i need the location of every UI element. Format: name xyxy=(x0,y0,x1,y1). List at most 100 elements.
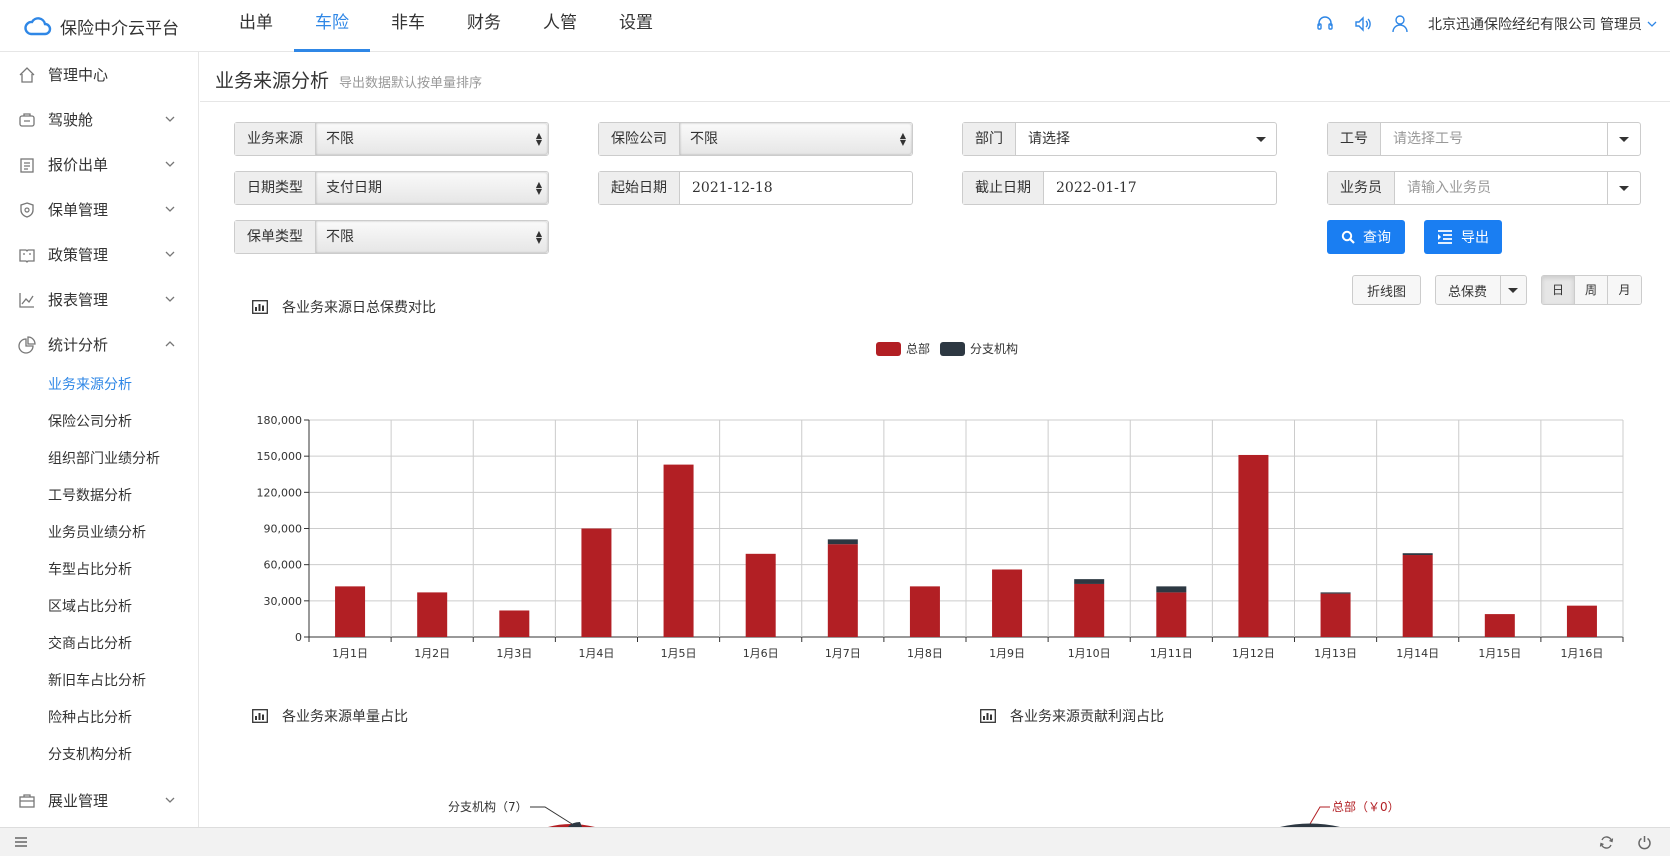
sidebar-subitem-4[interactable]: 业务员业绩分析 xyxy=(0,515,198,552)
sidebar-item-last[interactable]: 展业管理 xyxy=(0,778,198,823)
bar-hq[interactable] xyxy=(1484,614,1515,637)
pie-chart-icon xyxy=(18,335,36,354)
sidebar-subitem-5[interactable]: 车型占比分析 xyxy=(0,552,198,589)
refresh-icon[interactable] xyxy=(1599,835,1614,850)
sidebar-item-label: 驾驶舱 xyxy=(48,111,94,129)
x-tick-label: 1月9日 xyxy=(989,647,1025,660)
user-org[interactable]: 北京迅通保险经纪有限公司 xyxy=(1428,14,1596,34)
sidebar-subitem-0[interactable]: 业务来源分析 xyxy=(0,367,198,404)
bar-hq[interactable] xyxy=(745,553,776,637)
user-icon[interactable] xyxy=(1392,15,1408,33)
bar-branch[interactable] xyxy=(827,539,858,545)
daily-premium-bar-chart: 0 30,000 60,000 90,000 120,000 150,000 180,000… xyxy=(257,414,1624,660)
x-tick-label: 1月1日 xyxy=(332,647,368,660)
x-tick-label: 1月5日 xyxy=(661,647,697,660)
sidebar-item-1[interactable]: 驾驶舱 xyxy=(0,97,198,142)
sidebar-subitem-3[interactable]: 工号数据分析 xyxy=(0,478,198,515)
sidebar-item-3[interactable]: 保单管理 xyxy=(0,187,198,232)
bar-branch[interactable] xyxy=(1074,579,1105,584)
home-icon xyxy=(19,66,35,83)
bar-chart-icon xyxy=(980,709,996,723)
sidebar-item-label: 管理中心 xyxy=(48,66,109,84)
bar-hq[interactable] xyxy=(1238,454,1269,637)
sidebar-item-0[interactable]: 管理中心 xyxy=(0,52,198,97)
power-icon[interactable] xyxy=(1637,835,1652,850)
sidebar-subitem-10[interactable]: 分支机构分析 xyxy=(0,737,198,774)
x-tick-label: 1月10日 xyxy=(1068,647,1111,660)
bar-hq[interactable] xyxy=(1402,555,1433,637)
chevron-down-icon xyxy=(165,161,175,167)
y-tick-label: 60,000 xyxy=(264,559,303,572)
sidebar-item-4[interactable]: 政策管理 xyxy=(0,232,198,277)
sidebar-item-6[interactable]: 统计分析 xyxy=(0,322,198,367)
topnav-item-1[interactable]: 车险 xyxy=(294,0,370,52)
cloud-icon xyxy=(24,17,52,36)
y-tick-label: 30,000 xyxy=(264,595,303,608)
bar-hq[interactable] xyxy=(1566,605,1597,637)
x-tick-label: 1月15日 xyxy=(1478,647,1521,660)
topnav-item-4[interactable]: 人管 xyxy=(522,0,598,52)
chevron-down-icon xyxy=(165,116,175,122)
chevron-down-icon xyxy=(165,296,175,302)
topnav-item-2[interactable]: 非车 xyxy=(370,0,446,52)
sidebar-subitem-1[interactable]: 保险公司分析 xyxy=(0,404,198,441)
x-tick-label: 1月16日 xyxy=(1560,647,1603,660)
bar-hq[interactable] xyxy=(499,610,530,637)
menu-icon[interactable] xyxy=(14,835,28,849)
main-content: 业务来源分析 导出数据默认按单量排序 业务来源 不限 ▲ ▼ 保险公司 不限 ▲ ▼ 部… xyxy=(200,52,1670,827)
y-tick-label: 90,000 xyxy=(264,523,303,536)
sidebar-subitem-2[interactable]: 组织部门业绩分析 xyxy=(0,441,198,478)
line-chart-icon xyxy=(19,292,34,308)
bar-hq[interactable] xyxy=(909,586,940,637)
sidebar-item-label: 统计分析 xyxy=(48,336,109,354)
pie-count-leader-line xyxy=(530,806,573,825)
user-name[interactable]: 管理员 xyxy=(1600,14,1642,34)
sidebar-item-label: 报表管理 xyxy=(48,291,109,309)
sidebar-item-2[interactable]: 报价出单 xyxy=(0,142,198,187)
headset-icon[interactable] xyxy=(1316,15,1334,33)
bar-branch[interactable] xyxy=(1156,586,1187,593)
top-right-tools: 北京迅通保险经纪有限公司 管理员 xyxy=(1316,12,1658,36)
chevron-down-icon xyxy=(165,251,175,257)
topnav-item-0[interactable]: 出单 xyxy=(218,0,294,52)
x-tick-label: 1月12日 xyxy=(1232,647,1275,660)
sidebar-subitem-9[interactable]: 险种占比分析 xyxy=(0,700,198,737)
logo[interactable]: 保险中介云平台 xyxy=(24,10,179,42)
count-panel-title-text: 各业务来源单量占比 xyxy=(282,709,408,725)
bottom-toolbar xyxy=(0,827,1670,856)
chevron-down-icon xyxy=(165,206,175,212)
bar-hq[interactable] xyxy=(992,569,1023,637)
sidebar-item-label: 报价出单 xyxy=(48,156,109,174)
sidebar-subitem-6[interactable]: 区域占比分析 xyxy=(0,589,198,626)
x-tick-label: 1月4日 xyxy=(578,647,614,660)
topnav-item-5[interactable]: 设置 xyxy=(598,0,674,52)
y-tick-label: 180,000 xyxy=(257,414,303,427)
bar-hq[interactable] xyxy=(663,464,694,637)
y-tick-label: 120,000 xyxy=(257,486,303,499)
bar-hq[interactable] xyxy=(1156,592,1187,637)
bar-branch[interactable] xyxy=(1320,592,1351,594)
sidebar-item-label: 保单管理 xyxy=(48,201,109,219)
x-tick-label: 1月7日 xyxy=(825,647,861,660)
sidebar-subitem-8[interactable]: 新旧车占比分析 xyxy=(0,663,198,700)
x-tick-label: 1月6日 xyxy=(743,647,779,660)
bar-branch[interactable] xyxy=(1402,553,1433,556)
sidebar-item-label: 展业管理 xyxy=(48,792,109,810)
top-nav: 出单 车险 非车 财务 人管 设置 xyxy=(218,0,674,52)
speaker-icon[interactable] xyxy=(1354,15,1372,33)
chevron-down-icon[interactable] xyxy=(1646,18,1658,30)
profit-panel-title: 各业务来源贡献利润占比 xyxy=(980,706,1164,726)
bar-hq[interactable] xyxy=(581,528,612,638)
sidebar-item-5[interactable]: 报表管理 xyxy=(0,277,198,322)
topnav-item-3[interactable]: 财务 xyxy=(446,0,522,52)
chevron-down-icon xyxy=(165,797,175,803)
x-tick-label: 1月8日 xyxy=(907,647,943,660)
bar-hq[interactable] xyxy=(417,592,448,637)
bar-hq[interactable] xyxy=(1074,583,1105,637)
bar-hq[interactable] xyxy=(827,544,858,637)
sidebar-subitem-7[interactable]: 交商占比分析 xyxy=(0,626,198,663)
x-tick-label: 1月11日 xyxy=(1150,647,1193,660)
bar-hq[interactable] xyxy=(335,586,366,637)
bar-hq[interactable] xyxy=(1320,593,1351,637)
x-tick-label: 1月2日 xyxy=(414,647,450,660)
